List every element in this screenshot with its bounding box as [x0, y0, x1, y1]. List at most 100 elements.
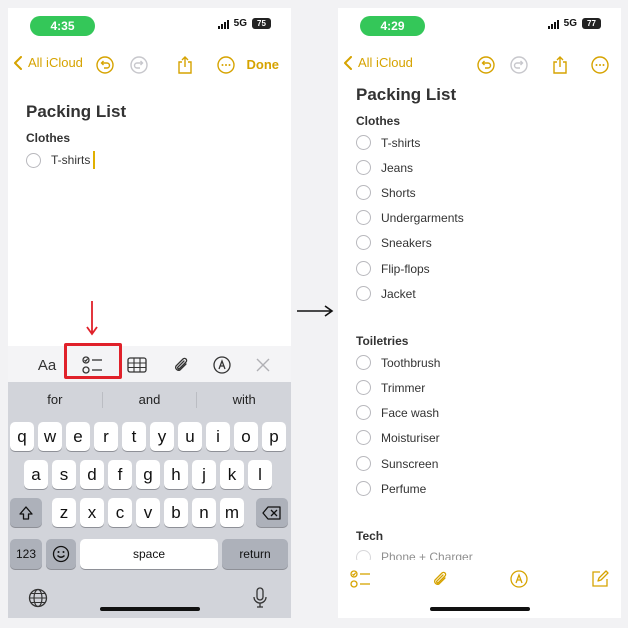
checklist-item[interactable]: Jacket — [356, 286, 416, 301]
checklist-item[interactable]: T-shirts — [26, 151, 96, 169]
checklist-item[interactable]: Moisturiser — [356, 430, 440, 445]
attachment-icon[interactable] — [171, 353, 191, 377]
checklist-item[interactable]: T-shirts — [356, 135, 420, 150]
checkbox-circle[interactable] — [356, 210, 371, 225]
undo-icon[interactable] — [476, 55, 496, 75]
key-w[interactable]: w — [38, 422, 62, 451]
checkbox-circle[interactable] — [356, 430, 371, 445]
table-icon[interactable] — [125, 353, 149, 377]
status-time: 4:29 — [360, 16, 425, 36]
checklist-item[interactable]: Perfume — [356, 481, 426, 496]
numbers-key[interactable]: 123 — [10, 539, 42, 569]
checkbox-circle[interactable] — [356, 135, 371, 150]
key-l[interactable]: l — [248, 460, 272, 489]
checklist-item[interactable]: Flip-flops — [356, 261, 430, 276]
checklist-item[interactable]: Shorts — [356, 185, 416, 200]
note-title[interactable]: Packing List — [26, 102, 126, 122]
checkbox-circle[interactable] — [356, 235, 371, 250]
key-n[interactable]: n — [192, 498, 216, 527]
share-icon[interactable] — [175, 55, 195, 75]
checklist-item-label: Toothbrush — [381, 355, 441, 370]
key-i[interactable]: i — [206, 422, 230, 451]
undo-icon[interactable] — [95, 55, 115, 75]
key-k[interactable]: k — [220, 460, 244, 489]
checkbox-circle[interactable] — [356, 550, 371, 560]
arrow-right-icon — [297, 305, 334, 317]
checkbox-circle[interactable] — [356, 261, 371, 276]
share-icon[interactable] — [550, 55, 570, 75]
checklist-item[interactable]: Toothbrush — [356, 355, 440, 370]
back-button[interactable]: All iCloud — [14, 55, 83, 70]
checkbox-circle[interactable] — [356, 405, 371, 420]
checklist-item-label: T-shirts — [51, 153, 91, 167]
section-heading-tech[interactable]: Tech — [356, 529, 383, 543]
status-indicators: 5G 75 — [217, 18, 271, 29]
key-d[interactable]: d — [80, 460, 104, 489]
globe-icon[interactable] — [28, 588, 48, 613]
checkbox-circle[interactable] — [356, 355, 371, 370]
checkbox-circle[interactable] — [26, 152, 41, 168]
key-a[interactable]: a — [24, 460, 48, 489]
key-y[interactable]: y — [150, 422, 174, 451]
checkbox-circle[interactable] — [356, 185, 371, 200]
delete-key[interactable] — [256, 498, 288, 527]
key-e[interactable]: e — [66, 422, 90, 451]
checklist-item[interactable]: Sneakers — [356, 235, 432, 250]
checklist-item[interactable]: Jeans — [356, 160, 413, 175]
text-format-button[interactable]: Aa — [36, 353, 58, 377]
more-icon[interactable] — [216, 55, 236, 75]
prediction-2[interactable]: and — [103, 382, 197, 418]
key-c[interactable]: c — [108, 498, 132, 527]
checkbox-circle[interactable] — [356, 286, 371, 301]
return-key[interactable]: return — [222, 539, 288, 569]
checkbox-circle[interactable] — [356, 160, 371, 175]
keyboard: for and with q w e r t y u i o p a s d f… — [8, 382, 291, 618]
key-s[interactable]: s — [52, 460, 76, 489]
checklist-icon[interactable] — [350, 569, 372, 594]
key-m[interactable]: m — [220, 498, 244, 527]
back-button[interactable]: All iCloud — [344, 55, 413, 70]
checklist-item[interactable]: Phone + Charger — [356, 550, 473, 560]
key-h[interactable]: h — [164, 460, 188, 489]
more-icon[interactable] — [590, 55, 610, 75]
section-heading[interactable]: Clothes — [26, 131, 70, 145]
prediction-3[interactable]: with — [197, 382, 291, 418]
note-title[interactable]: Packing List — [356, 85, 456, 105]
done-button[interactable]: Done — [247, 57, 280, 72]
key-v[interactable]: v — [136, 498, 160, 527]
shift-key[interactable] — [10, 498, 42, 527]
key-j[interactable]: j — [192, 460, 216, 489]
section-heading-clothes[interactable]: Clothes — [356, 114, 400, 128]
checkbox-circle[interactable] — [356, 481, 371, 496]
checklist-item[interactable]: Trimmer — [356, 380, 425, 395]
space-key[interactable]: space — [80, 539, 218, 569]
key-u[interactable]: u — [178, 422, 202, 451]
compose-icon[interactable] — [591, 570, 609, 593]
key-r[interactable]: r — [94, 422, 118, 451]
checklist-item[interactable]: Undergarments — [356, 210, 464, 225]
checklist-item[interactable]: Face wash — [356, 405, 439, 420]
key-g[interactable]: g — [136, 460, 160, 489]
checklist-item-label: Undergarments — [381, 210, 464, 225]
key-b[interactable]: b — [164, 498, 188, 527]
redo-icon[interactable] — [509, 55, 529, 75]
key-q[interactable]: q — [10, 422, 34, 451]
attachment-icon[interactable] — [432, 569, 448, 594]
microphone-icon[interactable] — [252, 587, 268, 614]
key-z[interactable]: z — [52, 498, 76, 527]
section-heading-toiletries[interactable]: Toiletries — [356, 334, 408, 348]
prediction-1[interactable]: for — [8, 382, 102, 418]
key-f[interactable]: f — [108, 460, 132, 489]
checkbox-circle[interactable] — [356, 380, 371, 395]
close-icon[interactable] — [253, 353, 273, 377]
key-p[interactable]: p — [262, 422, 286, 451]
key-o[interactable]: o — [234, 422, 258, 451]
markup-icon[interactable] — [212, 353, 232, 377]
emoji-key[interactable] — [46, 539, 76, 569]
markup-icon[interactable] — [510, 570, 528, 593]
key-t[interactable]: t — [122, 422, 146, 451]
redo-icon[interactable] — [129, 55, 149, 75]
checkbox-circle[interactable] — [356, 456, 371, 471]
checklist-item[interactable]: Sunscreen — [356, 456, 438, 471]
key-x[interactable]: x — [80, 498, 104, 527]
